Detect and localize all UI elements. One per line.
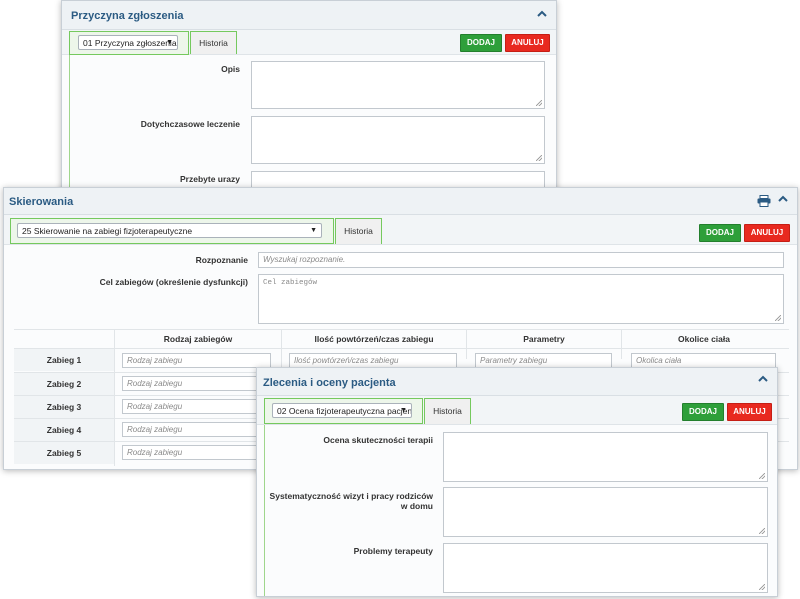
treatment-count-input[interactable]: Ilość powtórzeń/czas zabiegu xyxy=(289,353,457,368)
field-label-ocena-skutecznosci: Ocena skuteczności terapii xyxy=(323,435,433,445)
panel-header: Zlecenia i oceny pacjenta xyxy=(257,368,777,396)
column-header: Okolice ciała xyxy=(678,334,730,344)
field-label-problemy-terapeuty: Problemy terapeuty xyxy=(353,546,433,556)
template-select-value: 01 Przyczyna zgłoszenia xyxy=(83,38,177,48)
table-row-label: Zabieg 1 xyxy=(14,349,114,371)
template-select[interactable]: 02 Ocena fizjoterapeutyczna pacjenta ▼ xyxy=(272,403,412,418)
column-header: Rodzaj zabiegów xyxy=(163,334,233,344)
dropdown-arrow-icon: ▼ xyxy=(310,227,317,234)
panel-toolbar: 01 Przyczyna zgłoszenia ▼ Historia DODAJ… xyxy=(62,30,556,55)
form-divider xyxy=(264,425,265,596)
form-divider xyxy=(69,55,70,201)
template-select[interactable]: 01 Przyczyna zgłoszenia ▼ xyxy=(78,35,178,50)
table-row-label: Zabieg 4 xyxy=(14,419,114,441)
add-button[interactable]: DODAJ xyxy=(699,224,741,242)
template-select[interactable]: 25 Skierowanie na zabiegi fizjoterapeuty… xyxy=(17,223,322,238)
tab-historia[interactable]: Historia xyxy=(424,398,471,424)
panel-toolbar: 25 Skierowanie na zabiegi fizjoterapeuty… xyxy=(4,215,797,245)
dropdown-arrow-icon: ▼ xyxy=(400,407,407,414)
field-label-przebyte-urazy: Przebyte urazy xyxy=(180,174,240,184)
column-header: Ilość powtórzeń/czas zabiegu xyxy=(314,334,434,344)
field-label-rozpoznanie: Rozpoznanie xyxy=(195,255,248,265)
field-label-dotychczasowe-leczenie: Dotychczasowe leczenie xyxy=(140,119,240,129)
field-label-opis: Opis xyxy=(221,64,240,74)
chevron-up-icon[interactable] xyxy=(757,374,769,384)
panel-title: Przyczyna zgłoszenia xyxy=(71,10,184,22)
field-label-cel-zabiegow: Cel zabiegów (określenie dysfunkcji) xyxy=(99,277,248,287)
problemy-terapeuty-textarea[interactable] xyxy=(443,543,768,593)
panel-header: Skierowania xyxy=(4,188,797,215)
panel-przyczyna-zgloszenia: Przyczyna zgłoszenia 01 Przyczyna zgłosz… xyxy=(61,0,557,202)
column-divider xyxy=(114,329,115,466)
table-header-bottom xyxy=(14,348,789,349)
panel-body: Opis Dotychczasowe leczenie Przebyte ura… xyxy=(62,55,556,201)
dotychczasowe-leczenie-textarea[interactable] xyxy=(251,116,545,164)
template-select-value: 02 Ocena fizjoterapeutyczna pacjenta xyxy=(277,406,412,416)
opis-textarea[interactable] xyxy=(251,61,545,109)
ocena-skutecznosci-textarea[interactable] xyxy=(443,432,768,482)
add-button[interactable]: DODAJ xyxy=(682,403,724,421)
add-button[interactable]: DODAJ xyxy=(460,34,502,52)
table-row-label: Zabieg 5 xyxy=(14,442,114,464)
tab-historia[interactable]: Historia xyxy=(190,31,237,54)
treatment-type-input[interactable]: Rodzaj zabiegu xyxy=(122,445,271,460)
panel-zlecenia-i-oceny: Zlecenia i oceny pacjenta 02 Ocena fizjo… xyxy=(256,367,778,597)
treatment-params-input[interactable]: Parametry zabiegu xyxy=(475,353,612,368)
template-select-value: 25 Skierowanie na zabiegi fizjoterapeuty… xyxy=(22,226,193,236)
tab-historia[interactable]: Historia xyxy=(335,218,382,244)
diagnosis-search-input[interactable]: Wyszukaj rozpoznanie. xyxy=(258,252,784,268)
treatment-type-input[interactable]: Rodzaj zabiegu xyxy=(122,376,271,391)
chevron-up-icon[interactable] xyxy=(536,9,548,19)
treatment-type-input[interactable]: Rodzaj zabiegu xyxy=(122,422,271,437)
goal-textarea[interactable]: Cel zabiegów xyxy=(258,274,784,324)
cancel-button[interactable]: ANULUJ xyxy=(727,403,772,421)
field-label-systematycznosc: Systematyczność wizyt i pracy rodziców w… xyxy=(269,491,433,511)
panel-title: Skierowania xyxy=(9,196,74,208)
table-row-label: Zabieg 3 xyxy=(14,396,114,418)
cancel-button[interactable]: ANULUJ xyxy=(744,224,790,242)
dropdown-arrow-icon: ▼ xyxy=(166,39,173,46)
panel-toolbar: 02 Ocena fizjoterapeutyczna pacjenta ▼ H… xyxy=(257,396,777,425)
column-divider xyxy=(621,329,622,359)
table-row-label: Zabieg 2 xyxy=(14,373,114,395)
treatment-type-input[interactable]: Rodzaj zabiegu xyxy=(122,353,271,368)
column-divider xyxy=(466,329,467,359)
column-header: Parametry xyxy=(523,334,565,344)
panel-header: Przyczyna zgłoszenia xyxy=(62,1,556,30)
panel-body: Ocena skuteczności terapii Systematyczno… xyxy=(257,425,777,596)
chevron-up-icon[interactable] xyxy=(777,194,789,204)
cancel-button[interactable]: ANULUJ xyxy=(505,34,550,52)
printer-icon[interactable] xyxy=(757,195,771,207)
panel-title: Zlecenia i oceny pacjenta xyxy=(263,377,396,389)
treatment-type-input[interactable]: Rodzaj zabiegu xyxy=(122,399,271,414)
systematycznosc-textarea[interactable] xyxy=(443,487,768,537)
body-area-input[interactable]: Okolica ciała xyxy=(631,353,776,368)
